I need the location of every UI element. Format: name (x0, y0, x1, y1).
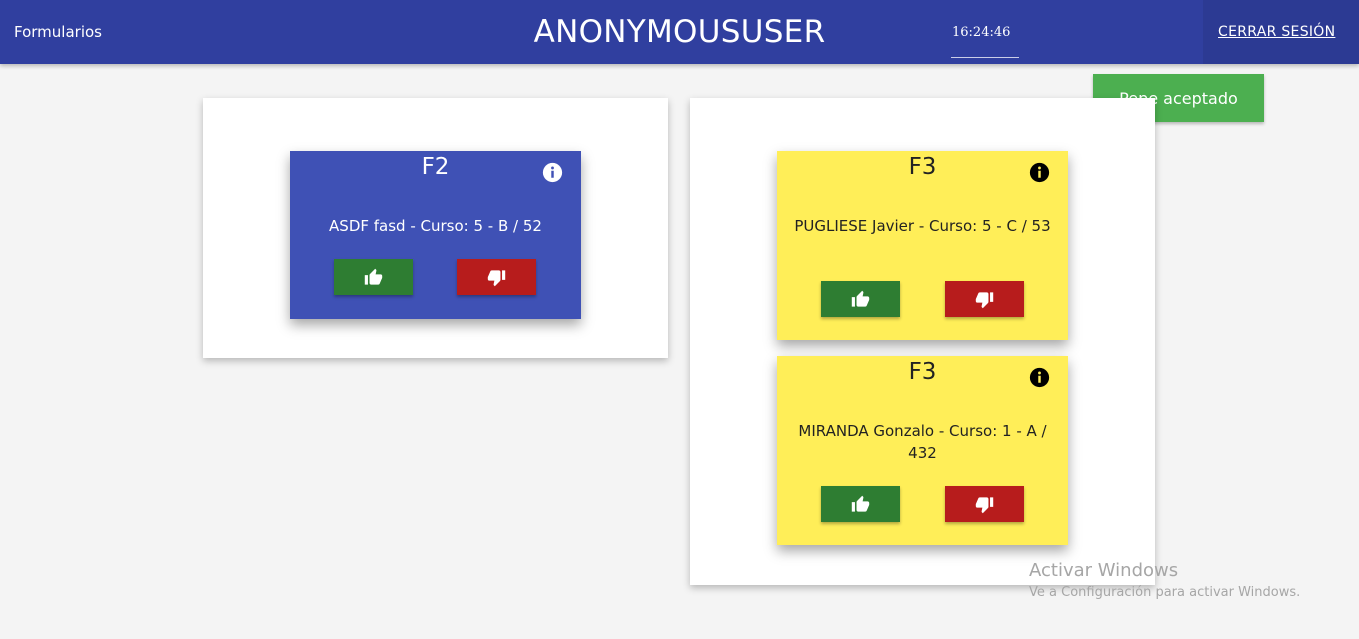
thumbs-up-icon (851, 290, 870, 307)
approve-button[interactable] (334, 259, 413, 295)
reject-button[interactable] (945, 281, 1024, 317)
brand-link[interactable]: Formularios (14, 23, 102, 41)
thumbs-down-icon (975, 496, 994, 513)
card-title: F3 (908, 154, 937, 180)
approve-button[interactable] (821, 486, 900, 522)
username-title: ANONYMOUSUSER (533, 14, 826, 50)
thumbs-up-icon (851, 495, 870, 512)
form-card: F3 MIRANDA Gonzalo - Curso: 1 - A / 432 (777, 356, 1068, 545)
forms-panel-right: F3 PUGLIESE Javier - Curso: 5 - C / 53 F… (690, 98, 1155, 585)
activation-watermark-subtitle: Ve a Configuración para activar Windows. (1029, 585, 1301, 600)
reject-button[interactable] (457, 259, 536, 295)
thumbs-up-icon (364, 268, 383, 285)
info-icon[interactable] (1029, 367, 1050, 388)
card-title: F2 (421, 154, 450, 180)
clock-time: 16:24:46 (952, 25, 1011, 40)
student-info: PUGLIESE Javier - Curso: 5 - C / 53 (794, 217, 1051, 235)
logout-link[interactable]: CERRAR SESIÓN (1218, 24, 1335, 40)
info-icon[interactable] (1029, 162, 1050, 183)
info-icon[interactable] (542, 162, 563, 183)
student-info: MIRANDA Gonzalo - Curso: 1 - A / 432 (798, 422, 1047, 462)
form-card: F3 PUGLIESE Javier - Curso: 5 - C / 53 (777, 151, 1068, 340)
thumbs-down-icon (487, 269, 506, 286)
approve-button[interactable] (821, 281, 900, 317)
card-title: F3 (908, 359, 937, 385)
student-info: ASDF fasd - Curso: 5 - B / 52 (329, 217, 542, 235)
top-app-bar: Formularios ANONYMOUSUSER 16:24:46 CERRA… (0, 0, 1359, 64)
thumbs-down-icon (975, 291, 994, 308)
logout-area: CERRAR SESIÓN (1203, 0, 1359, 64)
clock-field: 16:24:46 (951, 25, 1019, 58)
form-card: F2 ASDF fasd - Curso: 5 - B / 52 (290, 151, 581, 319)
forms-panel-left: F2 ASDF fasd - Curso: 5 - B / 52 (203, 98, 668, 358)
reject-button[interactable] (945, 486, 1024, 522)
activation-watermark-title: Activar Windows (1029, 560, 1179, 581)
